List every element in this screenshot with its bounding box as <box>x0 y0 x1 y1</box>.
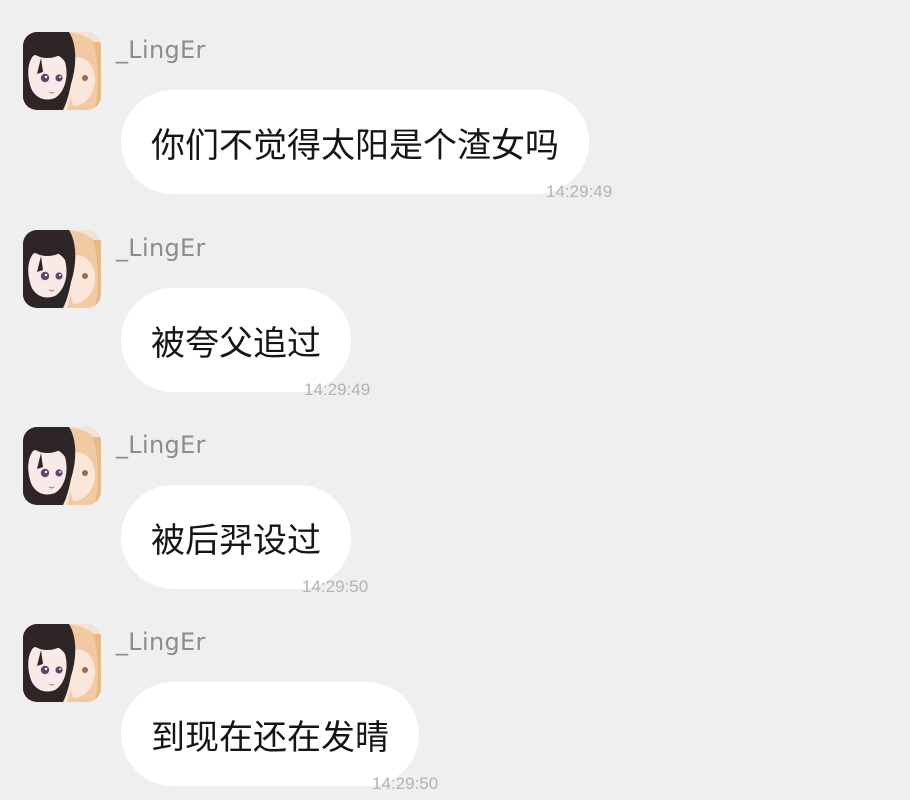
sender-avatar[interactable] <box>23 427 101 505</box>
sender-name[interactable]: _LingEr <box>116 431 206 459</box>
message-bubble[interactable]: 被夸父追过 <box>121 288 351 392</box>
message-timestamp: 14:29:49 <box>304 380 371 399</box>
sender-name[interactable]: _LingEr <box>116 628 206 656</box>
anime-avatar-icon <box>23 427 101 505</box>
message-text: 被夸父追过 <box>151 323 321 364</box>
sender-name[interactable]: _LingEr <box>116 234 206 262</box>
message-timestamp: 14:29:50 <box>302 577 369 596</box>
anime-avatar-icon <box>23 624 101 702</box>
message-timestamp: 14:29:49 <box>546 182 613 201</box>
sender-avatar[interactable] <box>23 230 101 308</box>
sender-avatar[interactable] <box>23 624 101 702</box>
message-bubble[interactable]: 你们不觉得太阳是个渣女吗 <box>121 90 589 194</box>
message-bubble[interactable]: 被后羿设过 <box>121 485 351 589</box>
message-text: 你们不觉得太阳是个渣女吗 <box>151 125 559 166</box>
sender-avatar[interactable] <box>23 32 101 110</box>
message-text: 到现在还在发晴 <box>151 717 389 758</box>
message-timestamp: 14:29:50 <box>372 774 439 793</box>
message-bubble[interactable]: 到现在还在发晴 <box>121 682 419 786</box>
sender-name[interactable]: _LingEr <box>116 36 206 64</box>
message-text: 被后羿设过 <box>151 520 321 561</box>
anime-avatar-icon <box>23 32 101 110</box>
anime-avatar-icon <box>23 230 101 308</box>
